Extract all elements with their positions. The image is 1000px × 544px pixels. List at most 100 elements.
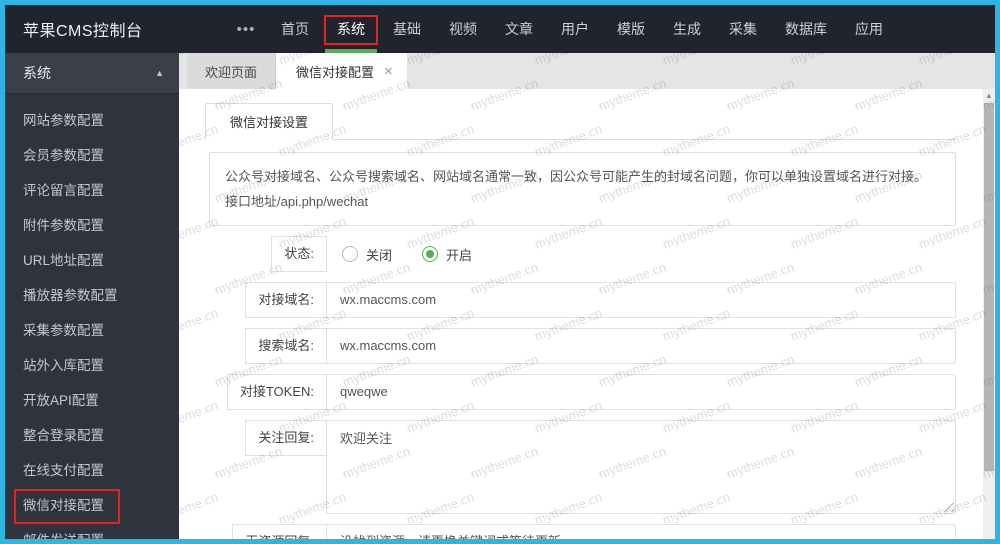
sidebar-item-label: 邮件发送配置 — [23, 533, 104, 544]
nav-item-label: 数据库 — [785, 21, 827, 37]
form-row: 对接TOKEN: qweqwe — [209, 374, 956, 410]
status-label: 状态: — [271, 236, 327, 272]
sidebar-item-会员参数配置[interactable]: 会员参数配置 — [5, 138, 179, 173]
scrollbar-thumb[interactable] — [984, 103, 994, 471]
sidebar-menu: 网站参数配置 会员参数配置 评论留言配置 附件参数配置 URL地址配置 播放器参数配置 采集… — [5, 103, 179, 544]
app-logo: 苹果CMS控制台 — [23, 23, 143, 40]
sidebar-item-label: 播放器参数配置 — [23, 288, 118, 303]
tab-微信对接配置[interactable]: 微信对接配置 × — [276, 53, 407, 89]
sidebar-item-label: 开放API配置 — [23, 393, 99, 408]
radio-label: 开启 — [446, 247, 473, 263]
field-value-text: wx.maccms.com — [340, 292, 437, 307]
form-row: 对接域名: wx.maccms.com — [209, 282, 956, 318]
nav-item-模版[interactable]: 模版 — [603, 5, 659, 53]
tab-wechat-settings[interactable]: 微信对接设置 — [205, 103, 334, 140]
nav-item-生成[interactable]: 生成 — [659, 5, 715, 53]
text-input[interactable]: 没找到资源，请更换关键词或等待更新 — [326, 524, 956, 544]
textarea-input[interactable]: 欢迎关注 — [326, 420, 956, 514]
sidebar-item-播放器参数配置[interactable]: 播放器参数配置 — [5, 278, 179, 313]
sidebar-item-label: 微信对接配置 — [23, 498, 104, 513]
radio-unchecked-icon — [342, 246, 358, 262]
settings-panel: 微信对接设置 公众号对接域名、公众号搜索域名、网站域名通常一致，因公众号可能产生… — [179, 89, 995, 539]
text-input[interactable]: wx.maccms.com — [326, 328, 956, 364]
tab-欢迎页面[interactable]: 欢迎页面 — [187, 53, 277, 89]
sidebar-item-采集参数配置[interactable]: 采集参数配置 — [5, 313, 179, 348]
sidebar-item-label: 会员参数配置 — [23, 148, 104, 163]
nav-item-label: 采集 — [729, 21, 757, 37]
sidebar-item-站外入库配置[interactable]: 站外入库配置 — [5, 348, 179, 383]
field-value-text: 没找到资源，请更换关键词或等待更新 — [340, 534, 562, 544]
nav-item-label: 基础 — [393, 21, 421, 37]
sidebar: 系统 ▲ 网站参数配置 会员参数配置 评论留言配置 附件参数配置 URL地址配置 播放器参… — [5, 53, 179, 539]
resize-handle-icon[interactable] — [944, 502, 954, 512]
sidebar-item-整合登录配置[interactable]: 整合登录配置 — [5, 418, 179, 453]
sidebar-item-label: 在线支付配置 — [23, 463, 104, 478]
field-label: 对接域名: — [245, 282, 327, 318]
nav-item-文章[interactable]: 文章 — [491, 5, 547, 53]
form-row: 无资源回复: 没找到资源，请更换关键词或等待更新 — [209, 524, 956, 544]
nav-item-label: 首页 — [281, 21, 309, 37]
tab-label: 欢迎页面 — [205, 64, 258, 80]
info-box: 公众号对接域名、公众号搜索域名、网站域名通常一致，因公众号可能产生的封域名问题，… — [209, 152, 956, 226]
info-line-1: 公众号对接域名、公众号搜索域名、网站域名通常一致，因公众号可能产生的封域名问题，… — [225, 169, 928, 184]
nav-item-首页[interactable]: 首页 — [267, 5, 323, 53]
nav-item-label: 系统 — [337, 21, 365, 37]
info-line-2: 接口地址/api.php/wechat — [225, 194, 369, 209]
nav-item-label: 视频 — [449, 21, 477, 37]
sidebar-group-label: 系统 — [23, 65, 51, 81]
tab-strip: 欢迎页面 微信对接配置 × — [179, 53, 995, 89]
sidebar-item-URL地址配置[interactable]: URL地址配置 — [5, 243, 179, 278]
field-label: 关注回复: — [245, 420, 327, 456]
nav-item-label: 文章 — [505, 21, 533, 37]
sidebar-item-label: 采集参数配置 — [23, 323, 104, 338]
sidebar-item-附件参数配置[interactable]: 附件参数配置 — [5, 208, 179, 243]
field-value-text: 欢迎关注 — [340, 431, 393, 446]
sidebar-item-在线支付配置[interactable]: 在线支付配置 — [5, 453, 179, 488]
field-label: 无资源回复: — [232, 524, 327, 539]
sidebar-item-开放API配置[interactable]: 开放API配置 — [5, 383, 179, 418]
field-value-text: qweqwe — [340, 384, 388, 399]
scroll-up-icon[interactable]: ▲ — [983, 89, 995, 102]
nav-item-label: 生成 — [673, 21, 701, 37]
sidebar-item-label: 站外入库配置 — [23, 358, 104, 373]
top-nav: 首页 系统 基础 视频 文章 用户 模版 生成 采集 数据库 应用 — [267, 5, 897, 53]
vertical-scrollbar[interactable]: ▲ — [983, 89, 995, 539]
radio-开启[interactable]: 开启 — [422, 245, 472, 264]
nav-item-视频[interactable]: 视频 — [435, 5, 491, 53]
sidebar-item-网站参数配置[interactable]: 网站参数配置 — [5, 103, 179, 138]
nav-item-label: 应用 — [855, 21, 883, 37]
sidebar-item-label: URL地址配置 — [23, 253, 105, 268]
more-menu-icon[interactable]: ••• — [225, 5, 267, 53]
text-input[interactable]: qweqwe — [326, 374, 956, 410]
nav-item-采集[interactable]: 采集 — [715, 5, 771, 53]
content-area: 欢迎页面 微信对接配置 × 微信对接设置 公众号对接域名、公众号搜索域名、网站域名通… — [179, 53, 995, 539]
nav-item-label: 用户 — [561, 21, 589, 37]
field-label: 对接TOKEN: — [226, 374, 327, 410]
nav-item-应用[interactable]: 应用 — [841, 5, 897, 53]
sidebar-item-微信对接配置[interactable]: 微信对接配置 — [5, 488, 179, 524]
nav-item-label: 模版 — [617, 21, 645, 37]
nav-item-系统[interactable]: 系统 — [323, 5, 379, 53]
sidebar-group-system[interactable]: 系统 ▲ — [5, 53, 179, 94]
close-icon[interactable]: × — [384, 64, 393, 79]
radio-checked-icon — [422, 246, 439, 262]
sidebar-item-label: 网站参数配置 — [23, 113, 104, 128]
form-row: 关注回复: 欢迎关注 — [209, 420, 956, 514]
collapse-arrow-icon: ▲ — [155, 68, 164, 78]
form-fields: 对接域名: wx.maccms.com 搜索域名: wx.maccms.com 对接TO… — [209, 282, 956, 544]
sidebar-item-邮件发送配置[interactable]: 邮件发送配置 — [5, 523, 179, 544]
field-label: 搜索域名: — [245, 328, 327, 364]
radio-label: 关闭 — [366, 247, 393, 263]
nav-item-数据库[interactable]: 数据库 — [771, 5, 841, 53]
radio-关闭[interactable]: 关闭 — [342, 245, 392, 264]
nav-item-用户[interactable]: 用户 — [547, 5, 603, 53]
sidebar-item-label: 评论留言配置 — [23, 183, 104, 198]
form-row: 搜索域名: wx.maccms.com — [209, 328, 956, 364]
wechat-form: 公众号对接域名、公众号搜索域名、网站域名通常一致，因公众号可能产生的封域名问题，… — [205, 152, 956, 544]
tab-label: 微信对接配置 — [296, 64, 375, 80]
form-row-status: 状态: 关闭 开启 — [209, 236, 956, 272]
text-input[interactable]: wx.maccms.com — [326, 282, 956, 318]
nav-item-基础[interactable]: 基础 — [379, 5, 435, 53]
sidebar-item-label: 附件参数配置 — [23, 218, 104, 233]
sidebar-item-评论留言配置[interactable]: 评论留言配置 — [5, 173, 179, 208]
